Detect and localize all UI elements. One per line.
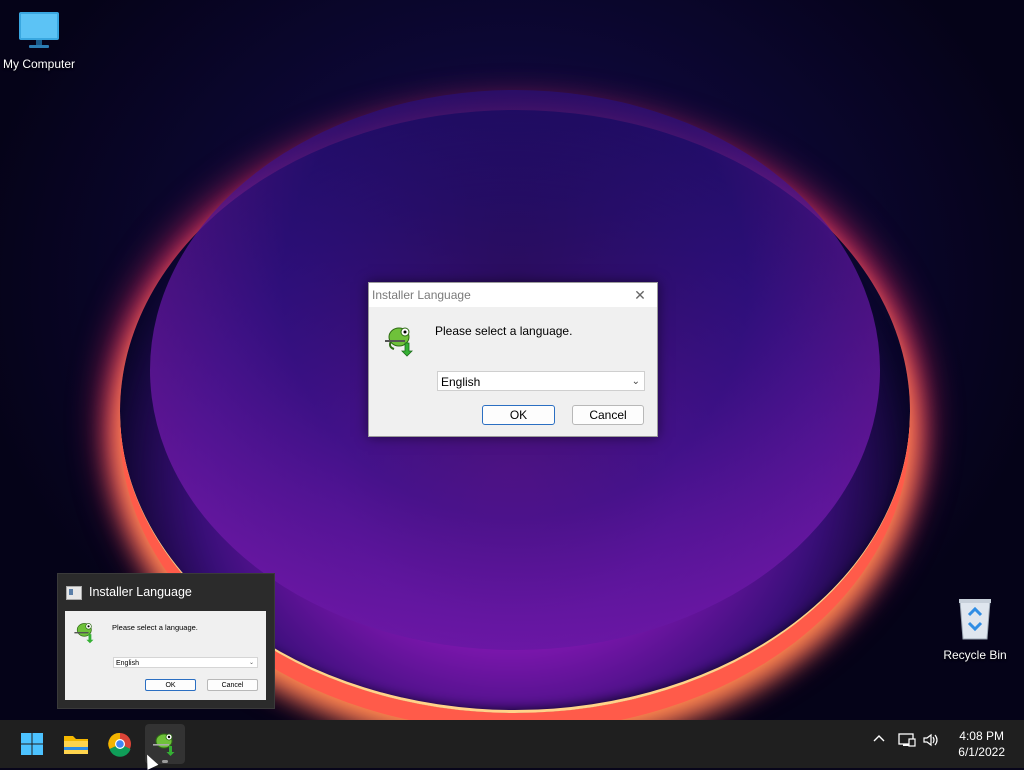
taskbar-preview[interactable]: Installer Language Please select a langu… [57,573,275,709]
installer-language-dialog: Installer Language ✕ Please select a lan… [368,282,658,437]
clock-date: 6/1/2022 [958,745,1005,759]
clock-time: 4:08 PM [959,729,1004,743]
preview-cancel-button: Cancel [207,679,258,691]
desktop-icon-recycle-bin[interactable]: Recycle Bin [940,597,1010,662]
close-icon[interactable]: ✕ [631,286,649,304]
recycle-bin-icon [959,599,991,640]
language-select[interactable]: English ⌄ [437,371,645,391]
volume-icon[interactable] [922,732,940,751]
chevron-down-icon: ⌄ [631,376,640,387]
preview-language-select: English ⌄ [113,657,258,668]
window-icon [66,586,82,600]
preview-ok-button: OK [145,679,196,691]
taskbar-file-explorer[interactable] [56,724,96,764]
desktop-icon-label: My Computer [2,57,76,71]
start-icon [21,733,43,755]
preview-select-value: English [116,660,139,667]
file-explorer-icon [64,736,88,754]
chevron-down-icon: ⌄ [248,660,254,666]
installer-chameleon-icon [385,327,413,357]
dialog-titlebar[interactable]: Installer Language ✕ [369,283,657,307]
dialog-message: Please select a language. [435,324,573,338]
desktop-icon-label: Recycle Bin [943,648,1007,662]
preview-message: Please select a language. [112,623,198,632]
cancel-button[interactable]: Cancel [572,405,644,425]
monitor-icon [19,12,59,48]
taskbar-chrome[interactable] [100,724,140,764]
language-select-value: English [441,375,481,389]
chrome-icon [108,732,131,757]
preview-title: Installer Language [89,585,192,599]
desktop-icon-my-computer[interactable]: My Computer [0,10,78,71]
network-icon[interactable] [898,732,916,751]
ok-button[interactable]: OK [482,405,555,425]
start-button[interactable] [12,724,52,764]
chevron-up-icon[interactable] [872,732,886,749]
taskbar-clock[interactable]: 4:08 PM 6/1/2022 [958,728,1005,760]
dialog-title: Installer Language [372,288,471,302]
installer-chameleon-icon [74,623,94,644]
preview-thumbnail[interactable]: Please select a language. English ⌄ OK C… [65,611,266,700]
